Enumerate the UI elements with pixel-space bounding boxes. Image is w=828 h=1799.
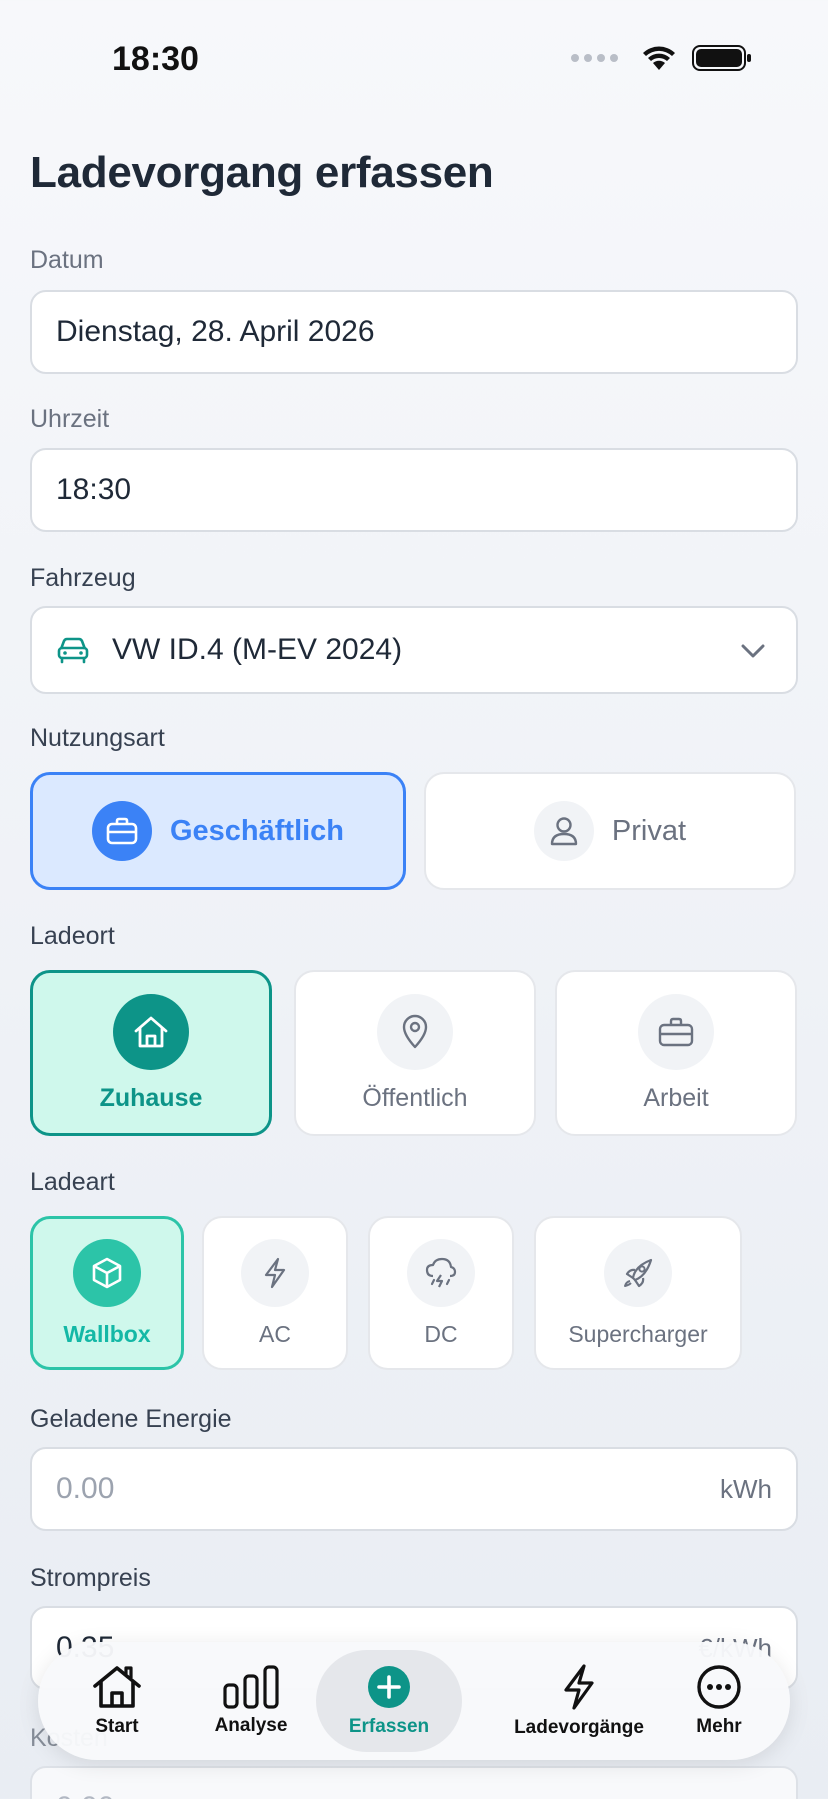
briefcase-icon bbox=[638, 993, 714, 1070]
charge-type-option-label: Wallbox bbox=[63, 1320, 151, 1347]
cloud-bolt-icon bbox=[407, 1238, 475, 1307]
location-option-public[interactable]: Öffentlich bbox=[294, 970, 536, 1136]
charge-type-dc[interactable]: DC bbox=[368, 1216, 514, 1370]
box-icon bbox=[73, 1238, 141, 1307]
chevron-down-icon bbox=[741, 644, 765, 658]
energy-label: Geladene Energie bbox=[30, 1405, 232, 1433]
energy-placeholder: 0.00 bbox=[56, 1472, 115, 1505]
charge-type-option-label: AC bbox=[259, 1320, 291, 1347]
usage-option-business[interactable]: Geschäftlich bbox=[30, 772, 406, 890]
time-value: 18:30 bbox=[56, 473, 132, 506]
tab-ladevorgaenge[interactable]: Ladevorgänge bbox=[476, 1650, 682, 1752]
vehicle-label: Fahrzeug bbox=[30, 564, 136, 592]
status-time: 18:30 bbox=[112, 40, 199, 78]
charge-type-wallbox[interactable]: Wallbox bbox=[30, 1216, 184, 1370]
vehicle-select[interactable]: VW ID.4 (M-EV 2024) bbox=[30, 606, 798, 694]
page-title: Ladevorgang erfassen bbox=[30, 148, 494, 197]
map-pin-icon bbox=[377, 993, 453, 1070]
location-label: Ladeort bbox=[30, 922, 115, 950]
briefcase-icon bbox=[91, 801, 152, 861]
location-option-label: Zuhause bbox=[99, 1083, 203, 1112]
status-icons bbox=[571, 44, 752, 72]
date-value: Dienstag, 28. April 2026 bbox=[56, 315, 375, 348]
wifi-icon bbox=[643, 46, 675, 70]
house-icon bbox=[93, 1666, 141, 1708]
charge-type-option-label: Supercharger bbox=[568, 1320, 708, 1347]
location-option-label: Arbeit bbox=[643, 1083, 709, 1112]
energy-unit: kWh bbox=[720, 1473, 772, 1504]
charge-type-supercharger[interactable]: Supercharger bbox=[534, 1216, 742, 1370]
bar-chart-icon bbox=[223, 1665, 279, 1709]
usage-option-private[interactable]: Privat bbox=[424, 772, 796, 890]
tab-start[interactable]: Start bbox=[62, 1650, 172, 1752]
tab-label: Mehr bbox=[696, 1716, 742, 1737]
tab-mehr[interactable]: Mehr bbox=[674, 1650, 764, 1752]
location-option-label: Öffentlich bbox=[362, 1083, 468, 1112]
date-field[interactable]: Dienstag, 28. April 2026 bbox=[30, 290, 798, 374]
bolt-icon bbox=[241, 1238, 309, 1307]
charge-type-ac[interactable]: AC bbox=[202, 1216, 348, 1370]
tab-label: Start bbox=[95, 1716, 139, 1737]
rocket-icon bbox=[604, 1238, 672, 1307]
person-icon bbox=[533, 801, 594, 861]
energy-input[interactable]: 0.00 kWh bbox=[30, 1447, 798, 1531]
cost-value: 0.00 bbox=[56, 1791, 114, 1799]
usage-option-label: Geschäftlich bbox=[169, 814, 345, 847]
ellipsis-circle-icon bbox=[697, 1665, 741, 1709]
battery-icon bbox=[692, 45, 751, 71]
cellular-signal-icon bbox=[571, 54, 618, 62]
bolt-icon bbox=[564, 1664, 594, 1710]
car-icon bbox=[56, 635, 90, 665]
time-label: Uhrzeit bbox=[30, 405, 110, 433]
usage-option-label: Privat bbox=[611, 814, 687, 847]
tab-erfassen[interactable]: Erfassen bbox=[316, 1650, 462, 1752]
tab-label: Analyse bbox=[214, 1715, 288, 1736]
location-option-work[interactable]: Arbeit bbox=[555, 970, 797, 1136]
home-icon bbox=[113, 993, 189, 1070]
usage-label: Nutzungsart bbox=[30, 724, 165, 752]
tab-analyse[interactable]: Analyse bbox=[188, 1650, 314, 1752]
location-option-home[interactable]: Zuhause bbox=[30, 970, 272, 1136]
tab-label: Erfassen bbox=[348, 1716, 430, 1737]
time-field[interactable]: 18:30 bbox=[30, 448, 798, 532]
vehicle-value: VW ID.4 (M-EV 2024) bbox=[112, 633, 403, 666]
cost-input[interactable]: 0.00 bbox=[30, 1766, 798, 1799]
status-bar: 18:30 bbox=[0, 0, 828, 110]
charge-type-label: Ladeart bbox=[30, 1168, 115, 1196]
date-label: Datum bbox=[30, 246, 104, 274]
tab-label: Ladevorgänge bbox=[514, 1717, 644, 1738]
price-label: Strompreis bbox=[30, 1564, 151, 1592]
charge-type-option-label: DC bbox=[424, 1320, 458, 1347]
plus-circle-icon bbox=[368, 1666, 410, 1708]
tab-bar: Start Analyse Erfassen Ladevorgänge Mehr bbox=[38, 1642, 790, 1760]
